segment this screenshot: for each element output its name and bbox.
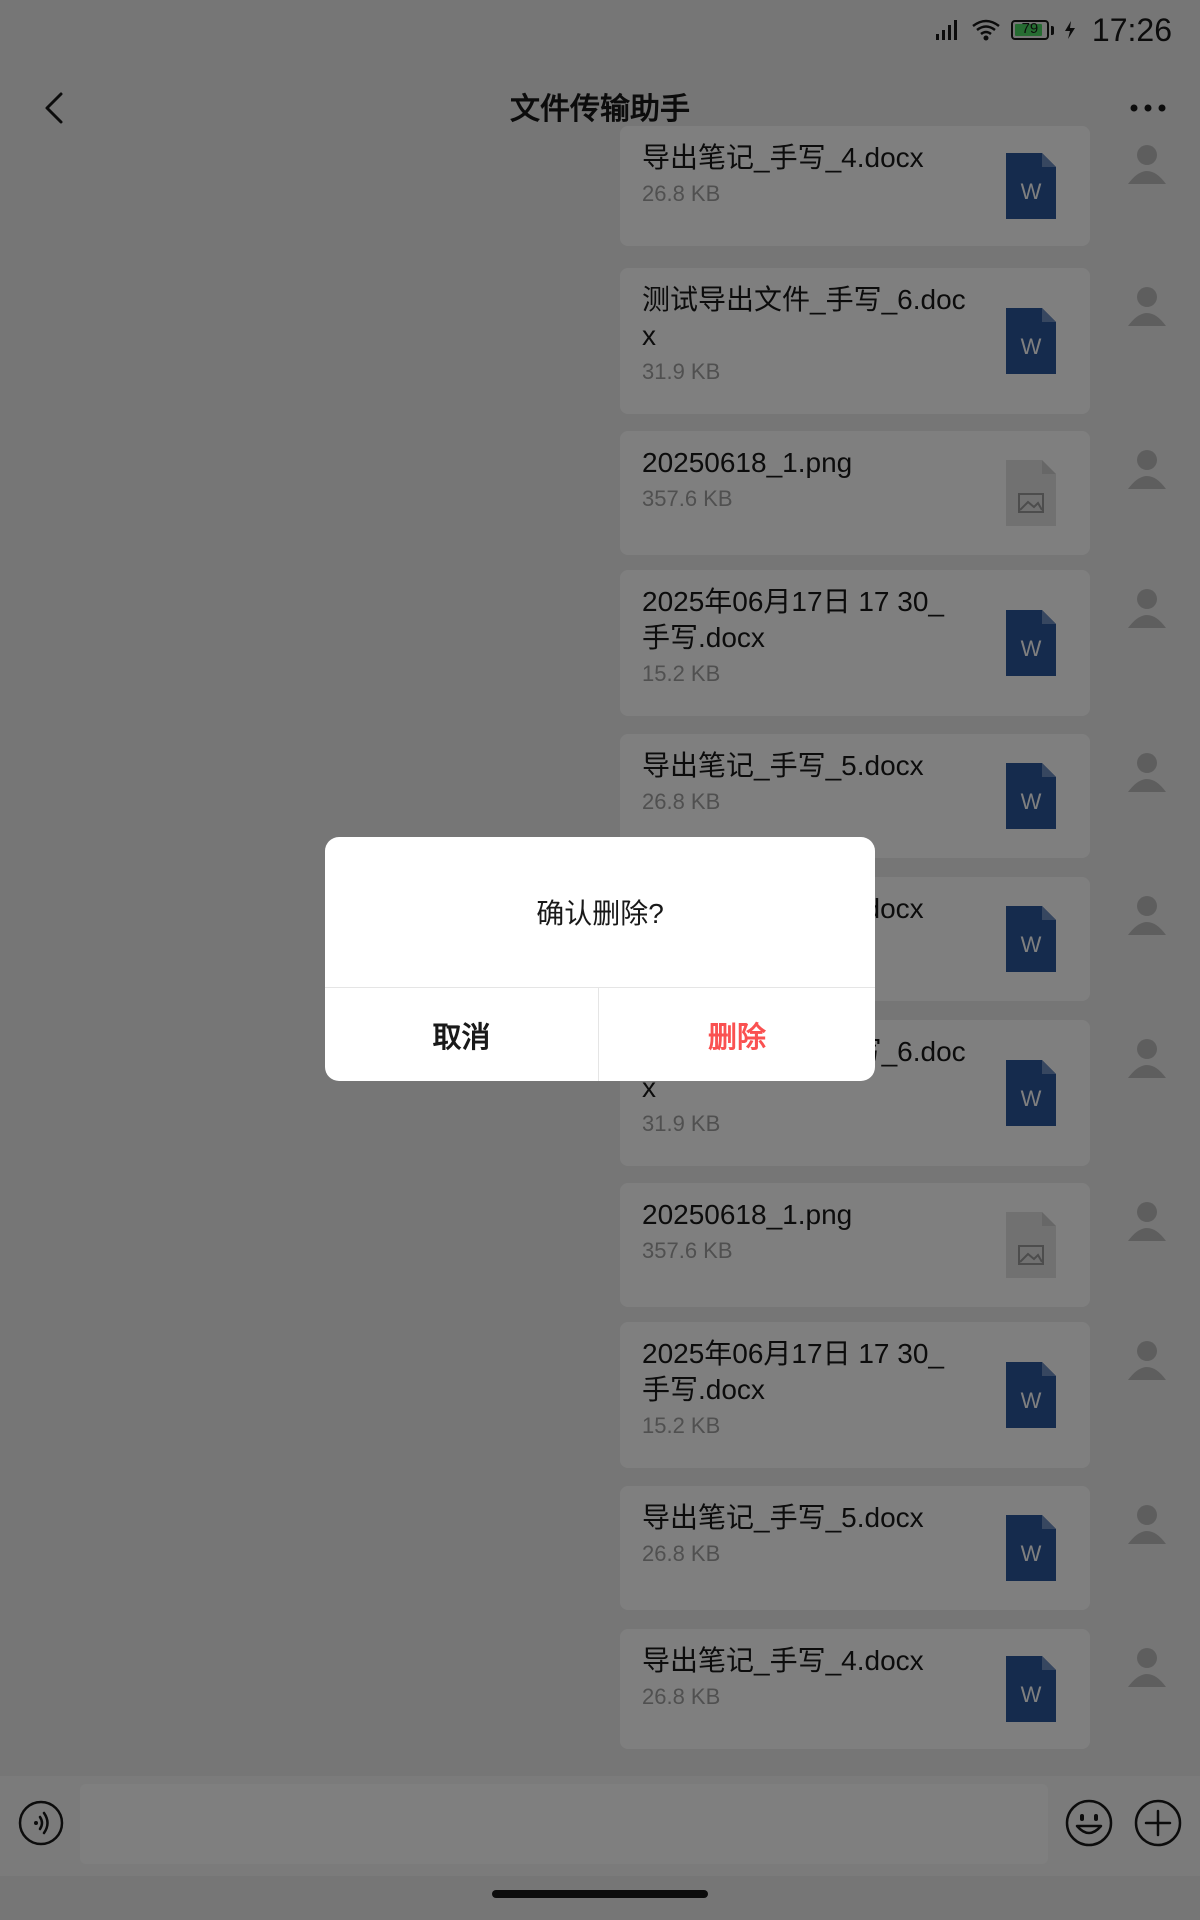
dialog-message: 确认删除? <box>536 898 664 929</box>
confirm-dialog: 确认删除? 取消 删除 <box>325 837 875 1081</box>
delete-button[interactable]: 删除 <box>599 988 875 1081</box>
cancel-button[interactable]: 取消 <box>325 988 598 1081</box>
